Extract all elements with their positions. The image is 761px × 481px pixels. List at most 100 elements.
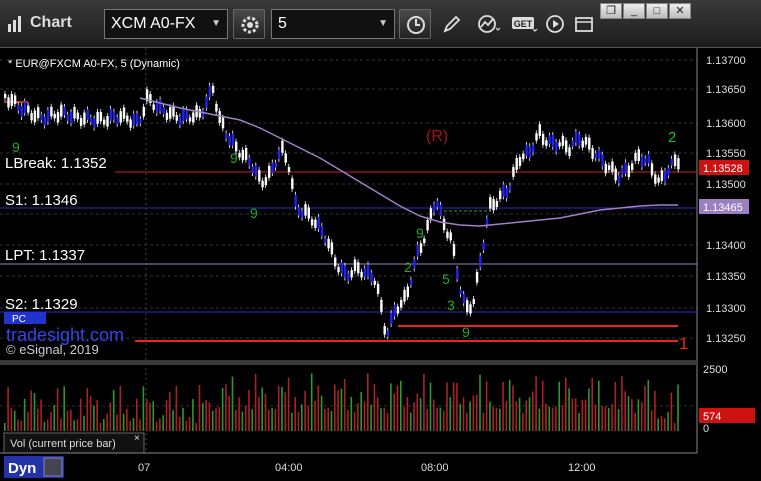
volume-bar xyxy=(96,400,98,431)
window-button[interactable] xyxy=(568,9,600,39)
candle-body xyxy=(607,165,611,170)
minimize-icon: _ xyxy=(630,5,638,17)
s2-label: S2: 1.1329 xyxy=(5,296,78,313)
vol-axis-label: 2500 xyxy=(703,364,727,376)
candle-body xyxy=(598,149,601,159)
candle-body xyxy=(343,265,347,278)
volume-bar xyxy=(383,407,386,431)
candle-body xyxy=(505,188,508,199)
candle-body xyxy=(594,153,598,159)
volume-bar xyxy=(291,412,293,431)
volume-bar xyxy=(73,420,75,431)
volume-bar xyxy=(202,402,204,431)
get-icon: GET xyxy=(512,17,538,32)
lock-icon[interactable] xyxy=(43,457,63,477)
volume-bar xyxy=(621,375,623,431)
candle-body xyxy=(495,200,499,208)
maximize-icon: □ xyxy=(653,5,661,17)
volume-bar xyxy=(386,412,389,431)
volume-bar xyxy=(301,404,303,431)
volume-bar xyxy=(601,406,603,431)
count-annotation: 2 xyxy=(404,259,412,275)
symbol-selector[interactable]: XCM A0-FX ▼ xyxy=(104,9,228,39)
clock-button[interactable] xyxy=(399,9,431,39)
close-icon: ✕ xyxy=(675,5,685,17)
close-study-icon[interactable]: × xyxy=(134,433,140,444)
studies-button[interactable] xyxy=(471,9,503,39)
volume-bar xyxy=(495,407,498,431)
restore-button[interactable]: ❐ xyxy=(600,3,622,19)
candle-body xyxy=(20,105,23,117)
candle-body xyxy=(53,113,56,119)
volume-bar xyxy=(409,412,412,431)
candle-body xyxy=(518,157,522,166)
resistance-annotation: (R) xyxy=(426,128,448,145)
volume-bar xyxy=(548,406,551,431)
volume-bar xyxy=(192,399,194,431)
volume-bar xyxy=(525,400,527,431)
volume-bar xyxy=(393,393,395,431)
volume-bar xyxy=(485,381,488,431)
draw-button[interactable] xyxy=(436,9,468,39)
candle-body xyxy=(73,106,76,119)
candle-body xyxy=(409,279,413,285)
candle-body xyxy=(132,113,136,126)
lbreak-label: LBreak: 1.1352 xyxy=(5,155,107,172)
candle-body xyxy=(103,119,106,125)
candle-body xyxy=(601,154,604,167)
volume-bar xyxy=(159,418,161,431)
interval-selector[interactable]: 5 ▼ xyxy=(271,9,395,39)
volume-bar xyxy=(637,399,640,431)
candle-body xyxy=(231,133,235,146)
minimize-button[interactable]: _ xyxy=(623,3,645,19)
settings-button[interactable] xyxy=(233,9,265,39)
volume-bar xyxy=(205,399,207,431)
candle-body xyxy=(363,268,367,277)
volume-bar xyxy=(287,377,290,431)
candle-body xyxy=(218,111,221,123)
app-title: Chart xyxy=(30,14,72,31)
candle-body xyxy=(664,170,667,183)
volume-bar xyxy=(475,394,478,431)
candle-body xyxy=(538,124,541,136)
volume-bar xyxy=(390,383,392,431)
candle-body xyxy=(86,109,89,120)
volume-bar xyxy=(215,408,217,431)
candle-body xyxy=(264,177,268,186)
candle-body xyxy=(192,112,195,123)
volume-bar xyxy=(406,396,409,431)
maximize-button[interactable]: □ xyxy=(646,3,668,19)
volume-bar xyxy=(627,396,630,431)
candle-body xyxy=(89,117,93,123)
candle-body xyxy=(591,148,594,159)
candle-body xyxy=(228,135,231,145)
volume-bar xyxy=(149,402,151,431)
count-annotation: 9 xyxy=(462,324,470,340)
count-annotation: 9 xyxy=(416,225,424,241)
volume-bar xyxy=(551,407,554,431)
volume-bar xyxy=(126,408,128,431)
volume-bar xyxy=(400,380,402,431)
volume-bar xyxy=(307,405,310,431)
candle-body xyxy=(271,162,274,173)
chart-canvas[interactable]: 1.13700 1.13650 1.13600 1.13550 1.13500 … xyxy=(0,48,761,481)
dyn-label: Dyn xyxy=(8,460,36,477)
close-button[interactable]: ✕ xyxy=(669,3,691,19)
chart-area[interactable]: 1.13700 1.13650 1.13600 1.13550 1.13500 … xyxy=(0,48,761,481)
candle-body xyxy=(558,142,561,147)
candle-body xyxy=(178,116,182,126)
candle-body xyxy=(60,104,63,117)
volume-bar xyxy=(40,399,42,431)
get-button[interactable]: GET xyxy=(505,9,538,39)
volume-bar xyxy=(172,410,174,431)
pane-divider[interactable] xyxy=(0,360,697,365)
candle-body xyxy=(129,119,132,128)
volume-bar xyxy=(297,411,300,431)
play-button[interactable] xyxy=(539,9,571,39)
volume-bar xyxy=(654,390,656,431)
volume-bar xyxy=(541,380,544,431)
volume-bar xyxy=(208,402,211,431)
volume-bar xyxy=(660,416,663,431)
volume-bar xyxy=(561,404,564,431)
volume-bar xyxy=(588,388,590,431)
